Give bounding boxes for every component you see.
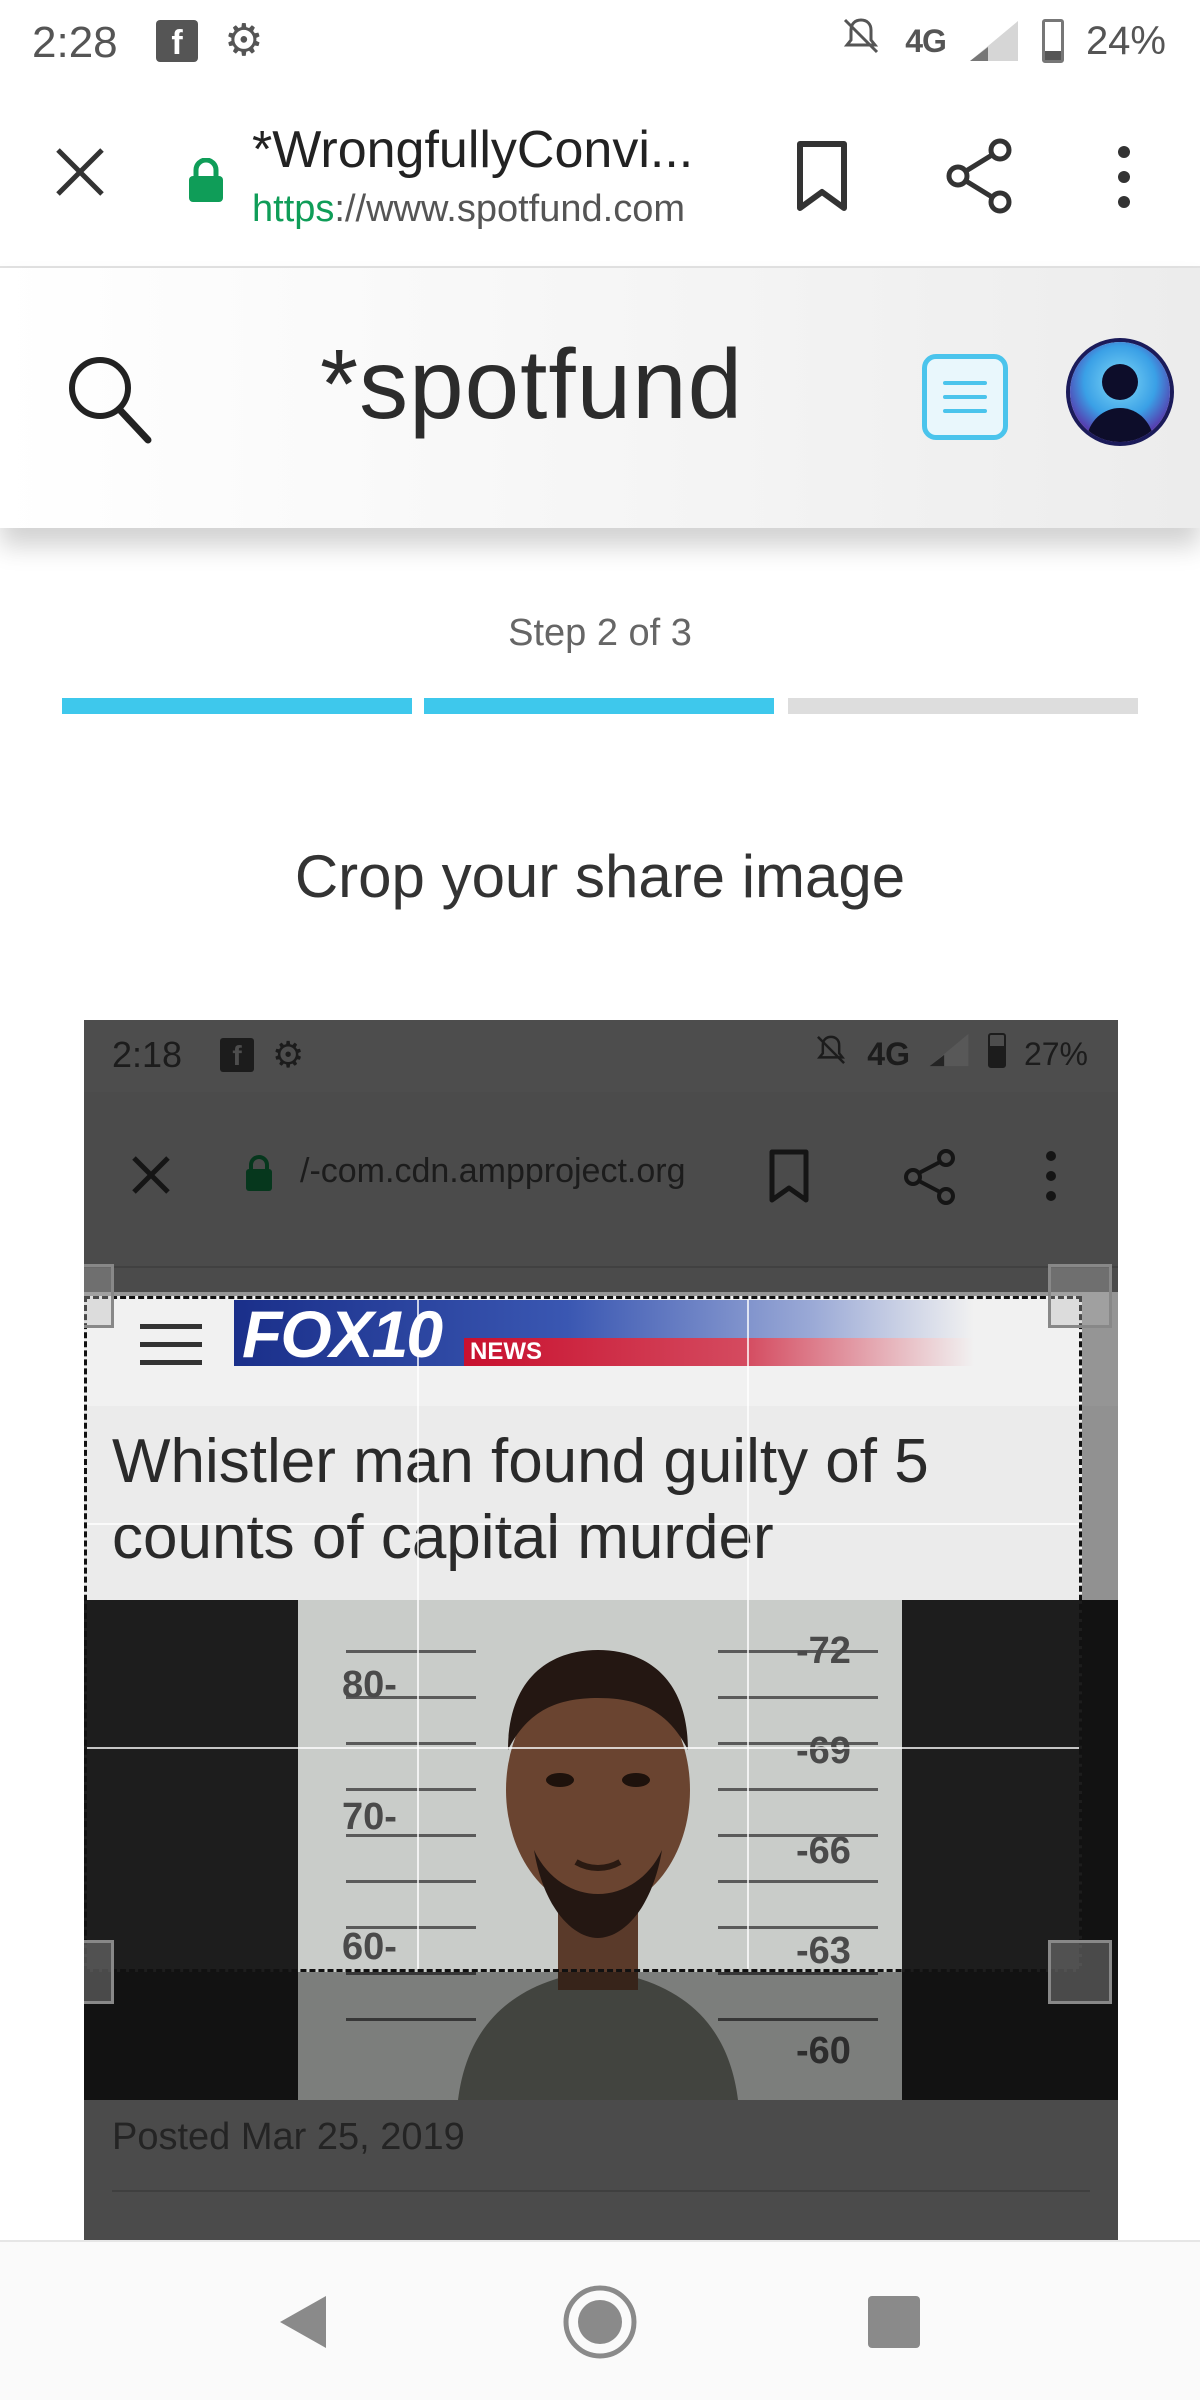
network-type-label: 4G — [905, 22, 947, 59]
back-icon[interactable] — [276, 2292, 330, 2352]
secure-lock-icon — [186, 157, 226, 202]
crop-selection[interactable] — [84, 1296, 1082, 1972]
recent-apps-icon[interactable] — [868, 2296, 920, 2348]
settings-notification-icon: ⚙ — [224, 16, 264, 65]
browser-toolbar: *WrongfullyConvi... https://www.spotfund… — [0, 84, 1200, 268]
status-time: 2:28 — [32, 18, 118, 67]
crop-gridline — [87, 1523, 1079, 1525]
crop-mask-bottom — [84, 1972, 1118, 2240]
bookmark-icon[interactable] — [790, 140, 854, 212]
progress-segment-1 — [62, 698, 412, 714]
notifications-muted-icon — [839, 14, 883, 68]
spotfund-logo[interactable]: *spotfund — [320, 328, 743, 441]
crop-mask-right — [1082, 1296, 1118, 1972]
user-avatar[interactable] — [1066, 338, 1174, 446]
url-host: ://www.spotfund.com — [334, 188, 685, 230]
navigation-bar — [0, 2240, 1200, 2400]
crop-gridline — [87, 1747, 1079, 1749]
step-indicator-label: Step 2 of 3 — [508, 612, 692, 654]
crop-image-area[interactable]: 2:18 f ⚙ 4G 27% /-com.cdn.ampproject.org — [84, 1020, 1118, 2240]
battery-icon — [1041, 19, 1064, 63]
share-icon[interactable] — [944, 138, 1016, 214]
crop-gridline — [417, 1299, 419, 1969]
more-options-icon[interactable] — [1106, 144, 1142, 210]
crop-handle-bottom-left[interactable] — [84, 1940, 114, 2004]
battery-percentage: 24% — [1085, 18, 1166, 63]
progress-segment-2 — [424, 698, 774, 714]
signal-strength-icon — [968, 19, 1020, 63]
page-title: *WrongfullyConvi... — [252, 121, 694, 179]
page-url[interactable]: https://www.spotfund.com — [252, 188, 722, 231]
search-icon[interactable] — [62, 348, 156, 448]
facebook-notification-icon: f — [156, 20, 198, 62]
crop-handle-top-right[interactable] — [1048, 1264, 1112, 1328]
home-icon[interactable] — [560, 2282, 640, 2362]
progress-segment-3 — [788, 698, 1138, 714]
status-bar: 2:28 f ⚙ 4G 24% — [0, 0, 1200, 84]
crop-heading: Crop your share image — [294, 843, 906, 910]
site-header: *spotfund — [0, 268, 1200, 528]
crop-gridline — [747, 1299, 749, 1969]
url-scheme: https — [252, 188, 335, 230]
crop-mask-top — [84, 1020, 1118, 1296]
close-icon[interactable] — [50, 142, 110, 202]
crop-handle-bottom-right[interactable] — [1048, 1940, 1112, 2004]
crop-handle-top-left[interactable] — [84, 1264, 114, 1328]
menu-icon[interactable] — [922, 354, 1008, 440]
